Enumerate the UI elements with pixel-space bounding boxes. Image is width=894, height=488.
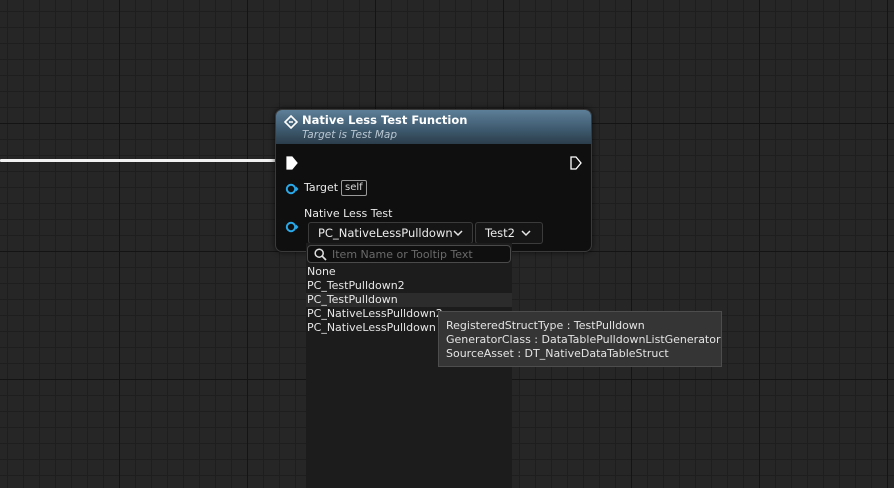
function-node[interactable]: Native Less Test Function Target is Test… [275, 109, 592, 252]
exec-out-pin-icon[interactable] [570, 156, 582, 170]
native-pin-icon[interactable] [285, 221, 299, 233]
item-tooltip: RegisteredStructType : TestPulldown Gene… [438, 311, 722, 367]
tooltip-source-asset: SourceAsset : DT_NativeDataTableStruct [446, 347, 669, 360]
search-input[interactable] [332, 247, 502, 261]
chevron-down-icon [453, 230, 463, 237]
target-pin-label: Target [304, 181, 339, 194]
exec-in-pin-icon[interactable] [286, 156, 298, 170]
struct-combo[interactable]: PC_NativeLessPulldown [308, 222, 473, 244]
chevron-down-icon [521, 230, 531, 237]
tooltip-generator-class: GeneratorClass : DataTablePulldownListGe… [446, 333, 721, 346]
node-subtitle: Target is Test Map [302, 129, 398, 141]
search-icon [314, 248, 327, 261]
exec-wire[interactable] [0, 159, 283, 162]
target-pin-icon[interactable] [285, 183, 299, 195]
native-pin-label: Native Less Test [304, 207, 393, 220]
row-combo[interactable]: Test2 [475, 222, 543, 244]
struct-combo-value: PC_NativeLessPulldown [318, 226, 453, 240]
dropdown-item-pc-testpulldown[interactable]: PC_TestPulldown [306, 293, 512, 307]
tooltip-struct-type: RegisteredStructType : TestPulldown [446, 319, 645, 332]
node-header[interactable]: Native Less Test Function Target is Test… [276, 110, 591, 144]
dropdown-item-none[interactable]: None [306, 265, 512, 279]
self-tag: self [341, 180, 367, 196]
row-combo-value: Test2 [485, 226, 515, 240]
dropdown-item-pc-testpulldown2[interactable]: PC_TestPulldown2 [306, 279, 512, 293]
node-title: Native Less Test Function [302, 113, 468, 127]
search-box[interactable] [307, 245, 511, 263]
function-icon [284, 115, 298, 129]
